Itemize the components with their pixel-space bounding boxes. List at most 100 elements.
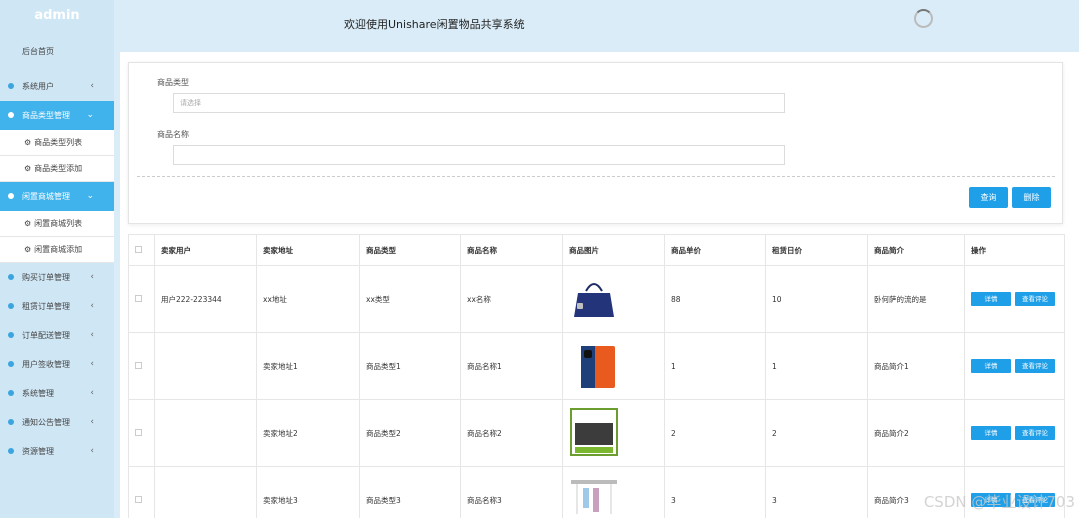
gear-icon: ⚙ [24,138,32,147]
cell-address: 卖家地址1 [256,332,360,400]
query-button[interactable]: 查询 [969,187,1008,208]
sidebar-subitem-mall-list[interactable]: ⚙ 闲置商城列表 [0,211,114,237]
sidebar-subitem-label: 闲置商城列表 [34,219,83,228]
diamond-icon [8,332,14,338]
view-review-button[interactable]: 查看评论 [1015,292,1055,306]
cell-user: 用户222-223344 [154,265,257,333]
cell-price: 88 [664,265,766,333]
main-content: 商品类型 请选择 商品名称 查询 删除 卖家用户 卖家地址 商品类型 商品名称 … [120,52,1079,518]
row-select-cell[interactable] [128,399,155,467]
tv-image[interactable] [569,407,619,457]
sidebar-item-home[interactable]: 后台首页 [0,32,114,72]
table-row: 卖家地址1 商品类型1 商品名称1 1 1 商品简介1 详情 查看评论 [128,332,1065,400]
row-checkbox[interactable] [135,428,142,436]
cell-address: xx地址 [256,265,360,333]
cell-address: 卖家地址3 [256,466,360,518]
loading-spinner-icon [914,9,933,28]
row-checkbox[interactable] [135,495,142,503]
detail-button[interactable]: 详情 [971,426,1011,440]
gear-icon: ⚙ [24,164,32,173]
cell-image [562,399,665,467]
diamond-icon [8,112,14,118]
sidebar-item-rental-orders[interactable]: 租赁订单管理 ‹ [0,292,114,321]
chevron-left-icon: ‹ [90,301,94,311]
handbag-image[interactable] [569,273,619,323]
table-header-row: 卖家用户 卖家地址 商品类型 商品名称 商品图片 商品单价 租赁日价 商品简介 … [128,234,1065,266]
row-select-cell[interactable] [128,332,155,400]
cell-daily: 1 [765,332,868,400]
detail-button[interactable]: 详情 [971,292,1011,306]
sidebar-subitem-mall-add[interactable]: ⚙ 闲置商城添加 [0,237,114,263]
cell-name: 商品名称3 [460,466,563,518]
sidebar-subitem-label: 闲置商城添加 [34,245,83,254]
view-review-button[interactable]: 查看评论 [1015,426,1055,440]
table-row: 卖家地址2 商品类型2 商品名称2 2 2 商品简介2 详情 查看评论 [128,399,1065,467]
sidebar: admin 后台首页 系统用户 ‹ 商品类型管理 ⌄ ⚙ 商品类型列表 ⚙ 商品类型… [0,0,114,518]
cell-type: 商品类型1 [359,332,461,400]
diamond-icon [8,419,14,425]
cell-image [562,265,665,333]
diamond-icon [8,83,14,89]
chevron-left-icon: ‹ [90,330,94,340]
product-type-select[interactable]: 请选择 [173,93,785,113]
diamond-icon [8,390,14,396]
cell-daily: 3 [765,466,868,518]
cell-user [154,466,257,518]
phone-image[interactable] [569,340,619,390]
sidebar-item-receipt[interactable]: 用户签收管理 ‹ [0,350,114,379]
cell-user [154,332,257,400]
cell-type: 商品类型2 [359,399,461,467]
product-name-label: 商品名称 [157,130,189,139]
view-review-button[interactable]: 查看评论 [1015,359,1055,373]
product-type-label: 商品类型 [157,78,189,87]
search-panel: 商品类型 请选择 商品名称 查询 删除 [128,62,1063,224]
cell-daily: 2 [765,399,868,467]
delete-button[interactable]: 删除 [1012,187,1051,208]
welcome-title: 欢迎使用Unishare闲置物品共享系统 [344,18,525,31]
sidebar-item-notice[interactable]: 通知公告管理 ‹ [0,408,114,437]
row-select-cell[interactable] [128,265,155,333]
sidebar-subitem-label: 商品类型添加 [34,164,83,173]
product-name-input[interactable] [173,145,785,165]
sidebar-item-label: 订单配送管理 [22,331,70,340]
sidebar-subitem-type-add[interactable]: ⚙ 商品类型添加 [0,156,114,182]
sidebar-item-idle-mall[interactable]: 闲置商城管理 ⌄ [0,182,114,211]
chevron-left-icon: ‹ [90,272,94,282]
diamond-icon [8,274,14,280]
brand-logo: admin [34,8,80,23]
chevron-down-icon: ⌄ [86,191,94,201]
sidebar-item-purchase-orders[interactable]: 购买订单管理 ‹ [0,263,114,292]
chevron-left-icon: ‹ [90,388,94,398]
sidebar-item-resources[interactable]: 资源管理 ‹ [0,437,114,466]
column-header: 商品名称 [460,234,563,266]
cell-name: xx名称 [460,265,563,333]
sidebar-subitem-type-list[interactable]: ⚙ 商品类型列表 [0,130,114,156]
cell-price: 1 [664,332,766,400]
detail-button[interactable]: 详情 [971,359,1011,373]
sidebar-item-delivery[interactable]: 订单配送管理 ‹ [0,321,114,350]
drying-rack-image[interactable] [569,474,619,518]
sidebar-item-label: 购买订单管理 [22,273,70,282]
row-select-cell[interactable] [128,466,155,518]
gear-icon: ⚙ [24,219,32,228]
watermark: CSDN @毕业设计703 [923,493,1075,511]
select-all-checkbox[interactable] [135,245,142,253]
cell-user [154,399,257,467]
cell-price: 3 [664,466,766,518]
column-header: 租赁日价 [765,234,868,266]
divider [137,176,1055,177]
cell-address: 卖家地址2 [256,399,360,467]
select-all-cell[interactable] [128,234,155,266]
sidebar-item-system[interactable]: 系统管理 ‹ [0,379,114,408]
sidebar-subitem-label: 商品类型列表 [34,138,83,147]
row-checkbox[interactable] [135,361,142,369]
row-checkbox[interactable] [135,294,142,302]
cell-actions: 详情 查看评论 [964,399,1065,467]
diamond-icon [8,361,14,367]
column-header: 商品图片 [562,234,665,266]
sidebar-item-label: 系统管理 [22,389,54,398]
product-table: 卖家用户 卖家地址 商品类型 商品名称 商品图片 商品单价 租赁日价 商品简介 … [128,234,1065,518]
sidebar-item-system-users[interactable]: 系统用户 ‹ [0,72,114,101]
sidebar-item-product-type[interactable]: 商品类型管理 ⌄ [0,101,114,130]
cell-actions: 详情 查看评论 [964,332,1065,400]
